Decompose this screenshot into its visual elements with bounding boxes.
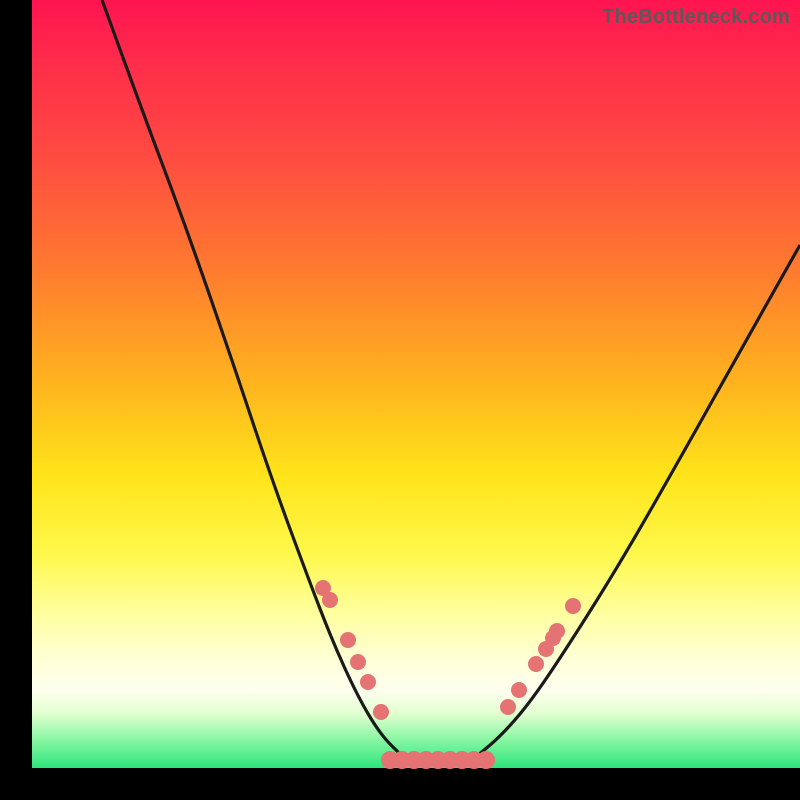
marker-dot	[500, 699, 516, 715]
curve-right-arm	[477, 245, 800, 756]
marker-dot	[373, 704, 389, 720]
marker-dot	[528, 656, 544, 672]
marker-group-left	[315, 580, 389, 720]
curve-left-arm	[102, 0, 402, 756]
marker-dot	[477, 751, 495, 769]
chart-frame: TheBottleneck.com	[0, 0, 800, 800]
marker-dot	[322, 592, 338, 608]
marker-dot	[350, 654, 366, 670]
marker-dot	[340, 632, 356, 648]
marker-group-bottom	[381, 751, 495, 769]
marker-group-right	[500, 598, 581, 715]
marker-dot	[565, 598, 581, 614]
marker-dot	[511, 682, 527, 698]
bottleneck-curve	[32, 0, 800, 768]
plot-area: TheBottleneck.com	[32, 0, 800, 768]
marker-dot	[360, 674, 376, 690]
marker-dot	[549, 623, 565, 639]
